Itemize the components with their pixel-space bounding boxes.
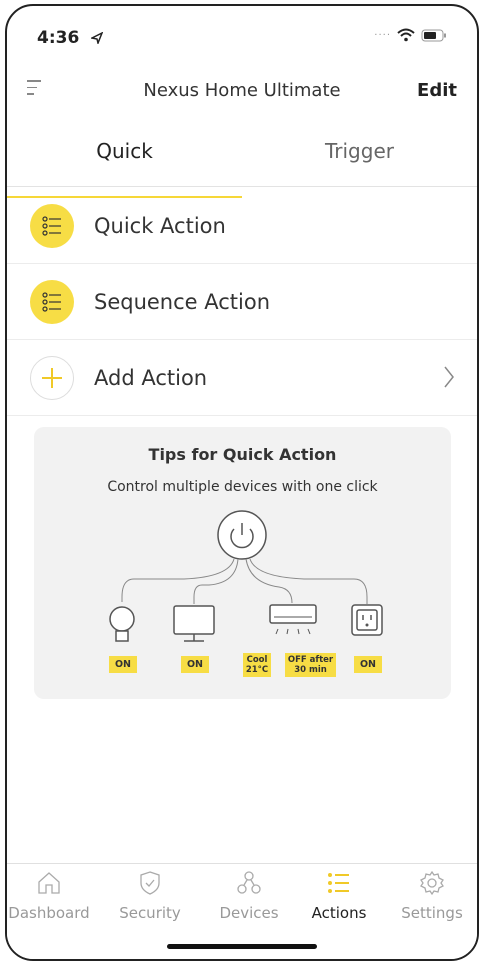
gear-icon — [420, 870, 444, 896]
outlet-icon — [351, 604, 383, 636]
air-conditioner-icon — [269, 604, 317, 635]
action-label: Quick Action — [94, 213, 226, 238]
devices-illustration — [109, 510, 383, 642]
tab-devices[interactable]: Devices — [204, 870, 294, 922]
nav-bar: Nexus Home Ultimate Edit — [7, 72, 477, 112]
home-icon — [38, 872, 60, 894]
action-row-sequence[interactable]: Sequence Action — [7, 264, 477, 340]
bulb-icon — [109, 606, 135, 642]
tab-label: Dashboard — [8, 904, 90, 922]
status-time: 4:36 — [37, 28, 80, 48]
tab-label: Actions — [311, 904, 367, 922]
tab-label: Security — [119, 904, 181, 922]
badge-ac-off: OFF after 30 min — [285, 653, 336, 677]
badge-monitor: ON — [181, 656, 209, 673]
badge-ac-cool: Cool 21°C — [243, 653, 271, 677]
tab-dashboard[interactable]: Dashboard — [7, 870, 94, 922]
location-arrow-icon — [91, 32, 103, 44]
action-row-quick[interactable]: Quick Action — [7, 188, 477, 264]
badge-bulb: ON — [109, 656, 137, 673]
status-right: ···· — [374, 28, 447, 42]
signal-icon: ···· — [374, 29, 391, 41]
page-title: Nexus Home Ultimate — [143, 80, 341, 101]
power-icon — [217, 510, 267, 560]
shield-icon — [140, 871, 160, 895]
list-icon — [30, 203, 74, 248]
edit-button[interactable]: Edit — [417, 80, 457, 101]
action-label: Add Action — [94, 365, 208, 390]
add-action-row[interactable]: Add Action — [7, 340, 477, 416]
phone-frame: 4:36 ···· Nexus Home Ultimate Edit Quick… — [5, 4, 479, 961]
tips-subtitle: Control multiple devices with one click — [107, 479, 378, 495]
tab-label: Devices — [219, 904, 279, 922]
list-icon — [30, 279, 74, 324]
home-indicator — [167, 944, 317, 949]
status-bar: 4:36 ···· — [37, 28, 447, 52]
chevron-right-icon — [444, 366, 454, 388]
action-label: Sequence Action — [94, 289, 271, 314]
badge-outlet: ON — [354, 656, 382, 673]
list-icon — [328, 873, 349, 893]
tab-label: Settings — [401, 904, 463, 922]
tab-trigger[interactable]: Trigger — [242, 128, 477, 186]
wifi-icon — [397, 28, 415, 42]
battery-icon — [421, 29, 446, 41]
bottom-tab-bar: Dashboard Security Devices Actions Setti… — [7, 863, 477, 959]
tab-settings[interactable]: Settings — [387, 870, 477, 922]
monitor-icon — [173, 605, 215, 642]
action-list: Quick Action Sequence Action Add Action — [7, 188, 477, 416]
tips-card: Tips for Quick Action Control multiple d… — [34, 427, 451, 699]
tab-security[interactable]: Security — [105, 870, 195, 922]
tab-actions[interactable]: Actions — [294, 870, 384, 922]
plus-icon — [30, 355, 74, 400]
tab-bar-top: Quick Trigger — [7, 128, 477, 198]
devices-icon — [237, 871, 261, 894]
tab-quick[interactable]: Quick — [7, 128, 242, 198]
tips-title: Tips for Quick Action — [148, 445, 337, 464]
